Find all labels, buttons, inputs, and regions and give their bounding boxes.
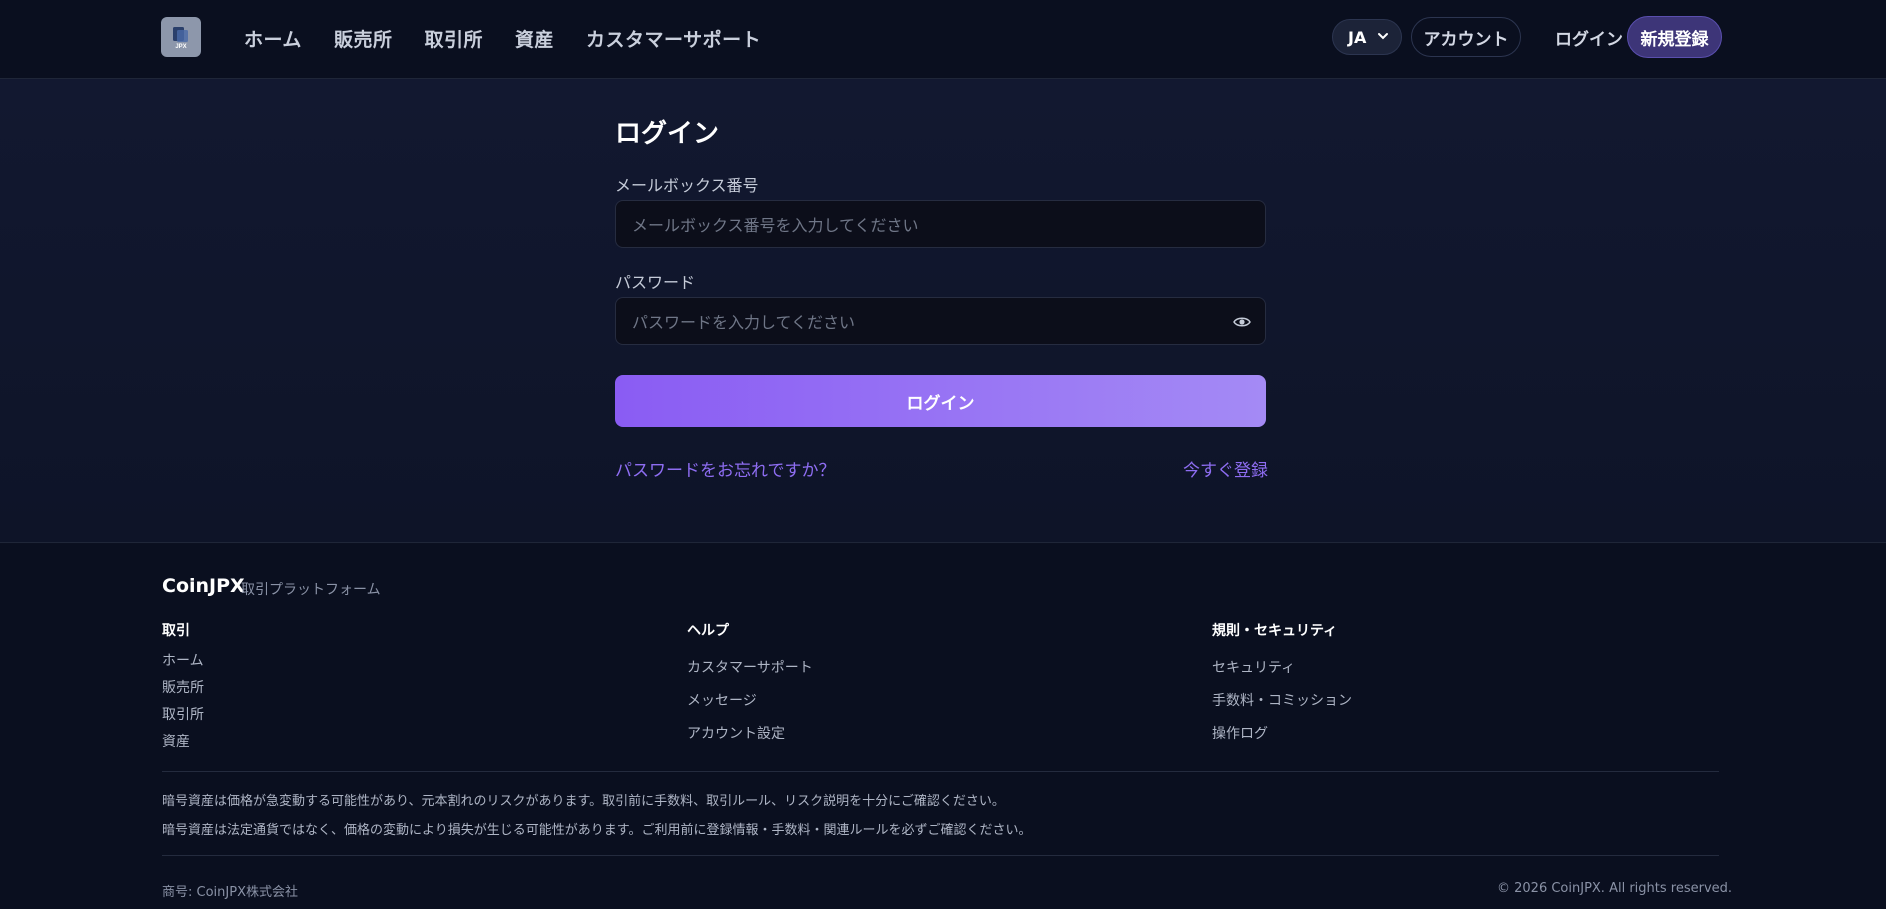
footer-link-security[interactable]: セキュリティ — [1212, 657, 1295, 677]
nav-sales[interactable]: 販売所 — [334, 25, 393, 52]
footer-link-activity-log[interactable]: 操作ログ — [1212, 723, 1268, 743]
copyright: © 2026 CoinJPX. All rights reserved. — [1497, 881, 1733, 896]
email-field[interactable]: メールボックス番号を入力してください — [615, 200, 1266, 248]
main-nav: ホーム 販売所 取引所 資産 カスタマーサポート — [244, 0, 761, 76]
chevron-down-icon — [1378, 33, 1388, 40]
footer-divider — [162, 771, 1719, 772]
footer-link-exchange[interactable]: 取引所 — [162, 704, 204, 724]
nav-assets[interactable]: 資産 — [515, 25, 554, 52]
password-placeholder: パスワードを入力してください — [632, 313, 856, 332]
page-title: ログイン — [615, 119, 720, 149]
login-submit-button[interactable]: ログイン — [615, 375, 1266, 427]
footer-divider-bottom — [162, 855, 1719, 856]
footer-brand: CoinJPX — [162, 575, 245, 597]
footer-link-assets[interactable]: 資産 — [162, 731, 190, 751]
eye-icon[interactable] — [1233, 313, 1251, 331]
logo-mark-icon: JPX — [173, 27, 188, 50]
footer-link-account-settings[interactable]: アカウント設定 — [687, 723, 785, 743]
email-placeholder: メールボックス番号を入力してください — [632, 216, 919, 235]
nav-exchange[interactable]: 取引所 — [424, 25, 483, 52]
password-field[interactable]: パスワードを入力してください — [615, 297, 1266, 345]
top-header: JPX ホーム 販売所 取引所 資産 カスタマーサポート JA アカウント ログ… — [0, 0, 1886, 79]
language-select[interactable]: JA — [1332, 19, 1402, 55]
footer-brand-sub: 取引プラットフォーム — [241, 582, 381, 598]
brand-logo[interactable]: JPX — [161, 17, 201, 57]
account-button[interactable]: アカウント — [1411, 17, 1521, 57]
nav-home[interactable]: ホーム — [244, 25, 302, 52]
logo-text: JPX — [175, 44, 186, 50]
footer-link-support[interactable]: カスタマーサポート — [687, 657, 813, 677]
signup-link[interactable]: 今すぐ登録 — [1183, 456, 1268, 481]
footer-col-rules-title: 規則・セキュリティ — [1212, 623, 1338, 639]
footer-link-home[interactable]: ホーム — [162, 650, 204, 670]
company-name: 商号: CoinJPX株式会社 — [162, 885, 298, 900]
register-button[interactable]: 新規登録 — [1627, 16, 1722, 58]
nav-support[interactable]: カスタマーサポート — [586, 25, 761, 52]
footer-link-sales[interactable]: 販売所 — [162, 677, 204, 697]
risk-notice-1: 暗号資産は価格が急変動する可能性があり、元本割れのリスクがあります。取引前に手数… — [162, 794, 1005, 809]
forgot-password-link[interactable]: パスワードをお忘れですか？ — [615, 456, 836, 481]
footer-col-trade-title: 取引 — [162, 623, 190, 639]
footer-link-messages[interactable]: メッセージ — [687, 690, 757, 710]
risk-notice-2: 暗号資産は法定通貨ではなく、価格の変動により損失が生じる可能性があります。ご利用… — [162, 823, 1032, 838]
password-label: パスワード — [615, 273, 696, 292]
footer-link-fees[interactable]: 手数料・コミッション — [1212, 690, 1352, 710]
language-value: JA — [1348, 27, 1367, 47]
email-label: メールボックス番号 — [615, 176, 759, 195]
footer-col-help-title: ヘルプ — [687, 623, 729, 639]
